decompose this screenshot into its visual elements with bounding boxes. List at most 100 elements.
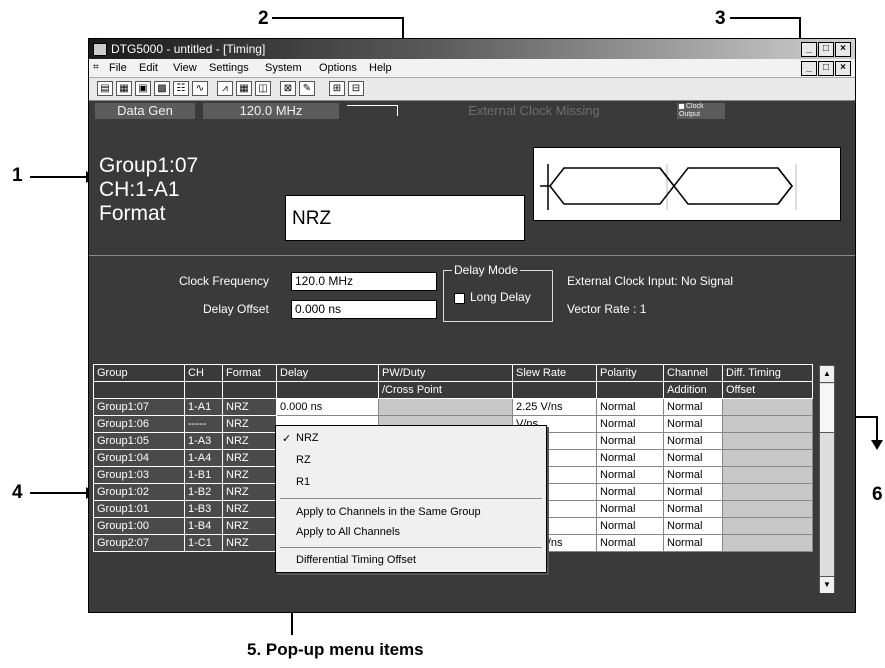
cell-polarity[interactable]: Normal — [596, 500, 664, 518]
cell-slew-rate[interactable]: 2.25 V/ns — [512, 398, 597, 416]
cell-channel[interactable]: Normal — [663, 466, 723, 484]
header-slew-rate[interactable]: Slew Rate — [512, 364, 597, 382]
cell-channel[interactable]: Normal — [663, 534, 723, 552]
cell-polarity[interactable]: Normal — [596, 483, 664, 501]
doc-close-button[interactable]: × — [835, 61, 851, 76]
clock-frequency-field[interactable]: 120.0 MHz — [291, 272, 437, 291]
scroll-down-icon[interactable]: ▼ — [820, 576, 834, 593]
cell-diff-timing[interactable] — [722, 517, 813, 535]
menu-item-apply-same-group[interactable]: Apply to Channels in the Same Group — [296, 506, 481, 518]
cell-polarity[interactable]: Normal — [596, 534, 664, 552]
output-icon[interactable]: ⊟ — [348, 81, 364, 96]
edit-icon[interactable]: ✎ — [299, 81, 315, 96]
cell-group[interactable]: Group1:03 — [93, 466, 185, 484]
cell-ch[interactable]: 1-B2 — [184, 483, 223, 501]
cell-format[interactable]: NRZ — [222, 432, 277, 450]
cell-polarity[interactable]: Normal — [596, 466, 664, 484]
cell-diff-timing[interactable] — [722, 432, 813, 450]
cell-format[interactable]: NRZ — [222, 500, 277, 518]
long-delay-checkbox[interactable] — [454, 293, 465, 304]
doc-minimize-button[interactable]: _ — [801, 61, 817, 76]
cell-format[interactable]: NRZ — [222, 517, 277, 535]
cell-diff-timing[interactable] — [722, 466, 813, 484]
cell-format[interactable]: NRZ — [222, 398, 277, 416]
menu-app-icon[interactable]: ⌗ — [93, 62, 99, 73]
restore-button[interactable]: □ — [818, 42, 834, 57]
cell-channel[interactable]: Normal — [663, 415, 723, 433]
cell-group[interactable]: Group1:01 — [93, 500, 185, 518]
minimize-button[interactable]: _ — [801, 42, 817, 57]
cell-polarity[interactable]: Normal — [596, 517, 664, 535]
value-display[interactable]: NRZ — [285, 195, 525, 241]
vertical-scrollbar[interactable]: ▲ ▼ — [819, 365, 835, 593]
cell-format[interactable]: NRZ — [222, 466, 277, 484]
menu-file[interactable]: File — [109, 62, 127, 74]
cell-polarity[interactable]: Normal — [596, 449, 664, 467]
menu-item-nrz[interactable]: NRZ — [296, 432, 319, 444]
doc-restore-button[interactable]: □ — [818, 61, 834, 76]
levels-icon[interactable]: ⩘ — [217, 81, 233, 96]
cell-channel[interactable]: Normal — [663, 483, 723, 501]
cell-polarity[interactable]: Normal — [596, 415, 664, 433]
cell-pw-duty[interactable] — [378, 398, 513, 416]
header-group[interactable]: Group — [93, 364, 185, 382]
cell-diff-timing[interactable] — [722, 398, 813, 416]
table-row[interactable]: Group1:07 1-A1 NRZ 0.000 ns 2.25 V/ns Normal N… — [93, 398, 813, 416]
cell-channel[interactable]: Normal — [663, 449, 723, 467]
header-ch[interactable]: CH — [184, 364, 223, 382]
cell-polarity[interactable]: Normal — [596, 398, 664, 416]
menu-item-diff-timing-offset[interactable]: Differential Timing Offset — [296, 554, 416, 566]
header-diff-timing[interactable]: Diff. Timing — [722, 364, 813, 382]
menu-edit[interactable]: Edit — [139, 62, 158, 74]
cell-diff-timing[interactable] — [722, 415, 813, 433]
cell-group[interactable]: Group1:05 — [93, 432, 185, 450]
menu-help[interactable]: Help — [369, 62, 392, 74]
new-icon[interactable]: ▤ — [97, 81, 113, 96]
menu-view[interactable]: View — [173, 62, 197, 74]
cell-diff-timing[interactable] — [722, 534, 813, 552]
cell-group[interactable]: Group1:07 — [93, 398, 185, 416]
timing-icon[interactable]: ∿ — [192, 81, 208, 96]
cell-format[interactable]: NRZ — [222, 449, 277, 467]
cell-channel[interactable]: Normal — [663, 500, 723, 518]
cell-channel[interactable]: Normal — [663, 398, 723, 416]
menu-item-r1[interactable]: R1 — [296, 476, 310, 488]
cell-ch[interactable]: 1-B1 — [184, 466, 223, 484]
tree-icon[interactable]: ☷ — [173, 81, 189, 96]
scroll-up-icon[interactable]: ▲ — [820, 366, 834, 383]
cell-diff-timing[interactable] — [722, 483, 813, 501]
cell-group[interactable]: Group2:07 — [93, 534, 185, 552]
cell-delay[interactable]: 0.000 ns — [276, 398, 379, 416]
cell-ch[interactable]: 1-A4 — [184, 449, 223, 467]
delay-offset-field[interactable]: 0.000 ns — [291, 300, 437, 319]
cell-format[interactable]: NRZ — [222, 534, 277, 552]
cell-group[interactable]: Group1:04 — [93, 449, 185, 467]
cell-group[interactable]: Group1:06 — [93, 415, 185, 433]
cell-ch[interactable]: ----- — [184, 415, 223, 433]
header-channel[interactable]: Channel — [663, 364, 723, 382]
channel-icon[interactable]: ▦ — [236, 81, 252, 96]
menu-options[interactable]: Options — [319, 62, 357, 74]
close-button[interactable]: × — [835, 42, 851, 57]
menu-item-apply-all[interactable]: Apply to All Channels — [296, 526, 400, 538]
cell-ch[interactable]: 1-C1 — [184, 534, 223, 552]
cell-group[interactable]: Group1:02 — [93, 483, 185, 501]
sequence-icon[interactable]: ⊠ — [280, 81, 296, 96]
cell-format[interactable]: NRZ — [222, 483, 277, 501]
cell-ch[interactable]: 1-A3 — [184, 432, 223, 450]
menu-settings[interactable]: Settings — [209, 62, 249, 74]
save-icon[interactable]: ▣ — [135, 81, 151, 96]
cell-ch[interactable]: 1-B3 — [184, 500, 223, 518]
cell-group[interactable]: Group1:00 — [93, 517, 185, 535]
cell-ch[interactable]: 1-A1 — [184, 398, 223, 416]
header-polarity[interactable]: Polarity — [596, 364, 664, 382]
header-delay[interactable]: Delay — [276, 364, 379, 382]
cell-diff-timing[interactable] — [722, 500, 813, 518]
pattern-icon[interactable]: ◫ — [255, 81, 271, 96]
cell-channel[interactable]: Normal — [663, 432, 723, 450]
cell-ch[interactable]: 1-B4 — [184, 517, 223, 535]
scroll-thumb[interactable] — [820, 384, 834, 433]
cell-format[interactable]: NRZ — [222, 415, 277, 433]
grid-icon[interactable]: ▩ — [154, 81, 170, 96]
menu-item-rz[interactable]: RZ — [296, 454, 311, 466]
